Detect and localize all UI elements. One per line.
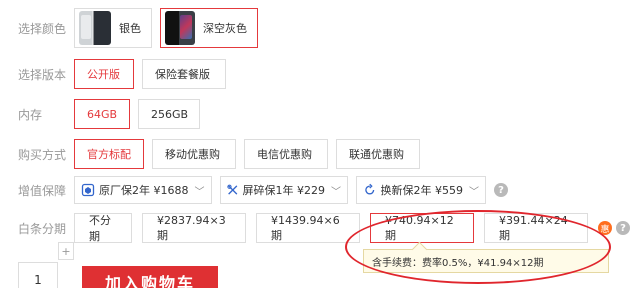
purchase-row-label: 购买方式 [18,147,67,162]
option-label: 电信优惠购 [257,148,312,161]
chevron-down-icon: ﹀ [469,186,479,198]
option-label: 64GB [87,107,118,121]
color-option-space-gray[interactable]: 深空灰色 [160,8,258,48]
service-row-label: 增值保障 [18,183,67,198]
installment-option-3[interactable]: ¥2837.94×3期 [142,213,246,243]
chevron-down-icon: ﹀ [331,186,341,198]
service-option-screen[interactable]: 屏碎保1年 ¥229 ﹀ [220,176,348,204]
purchase-option-mobile[interactable]: 移动优惠购 [152,139,236,169]
option-label: 联通优惠购 [349,148,404,161]
refresh-icon [365,183,375,195]
tooltip-text: 含手续费：费率0.5%，¥41.94×12期 [372,257,544,269]
installment-option-none[interactable]: 不分期 [74,213,132,243]
version-option-public[interactable]: 公开版 [74,59,134,89]
option-label: 官方标配 [87,148,131,161]
installment-option-6[interactable]: ¥1439.94×6期 [256,213,360,243]
option-label: 公开版 [87,68,120,81]
option-label: 移动优惠购 [165,148,220,161]
option-label: ¥391.44×24期 [499,213,568,242]
color-option-silver[interactable]: 银色 [74,8,152,48]
tools-icon [227,184,238,195]
option-label: 256GB [151,107,189,121]
help-icon[interactable]: ? [616,221,630,235]
installment-fee-tooltip: 含手续费：费率0.5%，¥41.94×12期 [363,249,609,273]
storage-row-label: 内存 [18,107,43,122]
service-option-warranty[interactable]: 原厂保2年 ¥1688 ﹀ [74,176,212,204]
purchase-option-unicom[interactable]: 联通优惠购 [336,139,420,169]
quantity-input[interactable]: 1 [18,262,58,288]
installment-row-label: 白条分期 [18,221,67,236]
option-label: ¥2837.94×3期 [157,213,226,242]
installment-option-24[interactable]: ¥391.44×24期 [484,213,588,243]
chevron-down-icon: ﹀ [194,186,205,198]
version-row-label: 选择版本 [18,67,67,82]
purchase-option-telecom[interactable]: 电信优惠购 [244,139,328,169]
option-label: 不分期 [89,214,111,243]
color-option-label: 银色 [119,22,141,35]
add-to-cart-button[interactable]: 加入购物车 [82,266,218,288]
installment-option-12[interactable]: ¥740.94×12期 [370,213,474,243]
service-label: 原厂保2年 ¥1688 [99,184,189,197]
help-icon[interactable]: ? [494,183,508,197]
space-gray-phone-thumbnail [165,11,195,45]
option-label: ¥1439.94×6期 [271,213,340,242]
option-label: 保险套餐版 [155,68,210,81]
service-option-replacement[interactable]: 换新保2年 ¥559 ﹀ [356,176,486,204]
option-label: ¥740.94×12期 [385,213,454,242]
service-label: 换新保2年 ¥559 [380,184,464,197]
quantity-plus-button[interactable]: + [58,242,74,260]
version-option-insurance[interactable]: 保险套餐版 [142,59,226,89]
service-label: 屏碎保1年 ¥229 [242,184,326,197]
color-option-label: 深空灰色 [203,22,247,35]
color-row-label: 选择颜色 [18,21,67,36]
discount-badge-icon: 惠 [598,221,612,235]
shield-icon [81,183,95,197]
purchase-option-official[interactable]: 官方标配 [74,139,144,169]
storage-option-256gb[interactable]: 256GB [138,99,200,129]
silver-phone-thumbnail [79,11,111,45]
storage-option-64gb[interactable]: 64GB [74,99,130,129]
